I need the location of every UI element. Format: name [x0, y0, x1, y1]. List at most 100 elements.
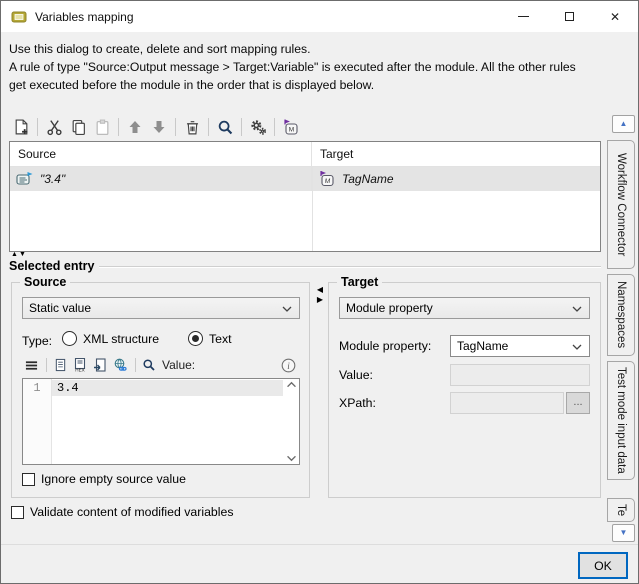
- editor-gutter: 1: [23, 379, 52, 464]
- splitter-left-icon: ◀: [317, 285, 323, 294]
- variables-mapping-dialog: Variables mapping ✕ Use this dialog to c…: [0, 0, 639, 584]
- close-button[interactable]: ✕: [592, 1, 638, 32]
- static-value-icon: [16, 171, 34, 187]
- column-divider: [312, 167, 313, 251]
- description-line-3: get executed before the module in the or…: [9, 76, 630, 94]
- search-icon: [142, 358, 156, 372]
- rail-down-icon: ▼: [620, 529, 628, 537]
- paste-icon: [94, 119, 111, 136]
- tab-workflow-connector[interactable]: Workflow Connector: [607, 140, 635, 269]
- target-kind-value: Module property: [346, 301, 433, 315]
- radio-text[interactable]: Text: [188, 331, 232, 346]
- xpath-field-label: XPath:: [339, 396, 376, 410]
- description-line-1: Use this dialog to create, delete and so…: [9, 40, 630, 58]
- menu-button[interactable]: [22, 356, 40, 374]
- tab-test-mode-input-data[interactable]: Test mode input data: [607, 361, 635, 480]
- toolbar-separator: [241, 118, 242, 136]
- editor-scrollbar[interactable]: [283, 379, 299, 464]
- radio-xml-structure[interactable]: XML structure: [62, 331, 159, 346]
- maximize-button[interactable]: [546, 1, 592, 32]
- cut-icon: [46, 119, 63, 136]
- move-up-icon: [127, 119, 143, 135]
- scroll-down-icon[interactable]: [286, 455, 297, 462]
- toolbar-separator: [37, 118, 38, 136]
- window-title: Variables mapping: [35, 10, 134, 24]
- hex-view-button[interactable]: HEX: [71, 356, 89, 374]
- delete-icon: [184, 119, 201, 136]
- search-button[interactable]: [213, 115, 237, 139]
- module-variable-icon: M: [318, 171, 336, 187]
- tab-namespaces[interactable]: Namespaces: [607, 274, 635, 356]
- paste-button[interactable]: [90, 115, 114, 139]
- toolbar-separator: [175, 118, 176, 136]
- new-rule-icon: [13, 119, 30, 136]
- target-group-label: Target: [337, 275, 382, 289]
- chevron-down-icon: [572, 344, 582, 350]
- toolbar-separator: [46, 358, 47, 372]
- dialog-description: Use this dialog to create, delete and so…: [1, 32, 638, 113]
- radio-text-label: Text: [209, 332, 232, 346]
- module-flag-icon: M: [282, 119, 300, 136]
- rules-toolbar: M: [9, 114, 303, 140]
- module-property-label: Module property:: [339, 339, 431, 353]
- scroll-up-icon[interactable]: [286, 381, 297, 388]
- text-view-button[interactable]: [51, 356, 69, 374]
- module-letter: M: [325, 178, 331, 185]
- value-field: [450, 364, 590, 386]
- footer-divider: [1, 544, 639, 545]
- move-down-button[interactable]: [147, 115, 171, 139]
- splitter-up-icon: ▲: [11, 251, 19, 258]
- copy-button[interactable]: [66, 115, 90, 139]
- module-property-value: TagName: [457, 339, 508, 353]
- toolbar-separator: [208, 118, 209, 136]
- module-property-dropdown[interactable]: TagName: [450, 335, 590, 357]
- tabs-scroll-down-button[interactable]: ▼: [612, 524, 635, 542]
- chevron-down-icon: [572, 306, 582, 312]
- settings-button[interactable]: [246, 115, 270, 139]
- target-kind-dropdown[interactable]: Module property: [339, 297, 590, 319]
- row-source-cell: "3.4": [10, 167, 312, 191]
- settings-gears-icon: [250, 119, 267, 136]
- mapping-rules-table[interactable]: Source Target "3.4" M TagName: [9, 141, 601, 252]
- tabs-scroll-up-button[interactable]: ▲: [612, 115, 635, 133]
- radio-text-icon: [188, 331, 203, 346]
- type-label: Type:: [22, 334, 52, 348]
- import-button[interactable]: [91, 356, 109, 374]
- info-icon: i: [281, 358, 296, 373]
- move-up-button[interactable]: [123, 115, 147, 139]
- hex-label: HEX: [75, 368, 84, 372]
- toolbar-separator: [118, 118, 119, 136]
- ok-button[interactable]: OK: [578, 552, 628, 579]
- column-header-source[interactable]: Source: [10, 142, 312, 166]
- checkbox-icon: [22, 473, 35, 486]
- value-editor[interactable]: 1 3.4: [22, 378, 300, 465]
- delete-button[interactable]: [180, 115, 204, 139]
- row-target-text: TagName: [342, 172, 394, 186]
- tab-clipped[interactable]: Te: [607, 498, 635, 522]
- ignore-empty-label: Ignore empty source value: [41, 472, 186, 486]
- encoding-button[interactable]: [111, 356, 129, 374]
- chevron-down-icon: [282, 306, 292, 312]
- title-bar[interactable]: Variables mapping ✕: [1, 1, 638, 32]
- table-row[interactable]: "3.4" M TagName: [10, 167, 600, 191]
- selected-entry-heading: Selected entry: [9, 259, 99, 273]
- hex-document-icon: HEX: [73, 358, 87, 372]
- rail-up-icon: ▲: [620, 120, 628, 128]
- vertical-splitter[interactable]: ◀▶: [314, 285, 326, 304]
- xpath-browse-button[interactable]: ...: [566, 392, 590, 414]
- horizontal-splitter[interactable]: ▲▼: [11, 251, 27, 259]
- ignore-empty-checkbox[interactable]: Ignore empty source value: [22, 472, 186, 486]
- editor-content[interactable]: 3.4: [52, 379, 283, 464]
- module-mapping-button[interactable]: M: [279, 115, 303, 139]
- validate-content-checkbox[interactable]: Validate content of modified variables: [11, 505, 233, 519]
- search-value-button[interactable]: [140, 356, 158, 374]
- source-group-label: Source: [20, 275, 70, 289]
- column-header-target[interactable]: Target: [312, 142, 600, 166]
- source-kind-dropdown[interactable]: Static value: [22, 297, 300, 319]
- cut-button[interactable]: [42, 115, 66, 139]
- editor-line-text: 3.4: [52, 380, 283, 396]
- description-line-2: A rule of type "Source:Output message > …: [9, 58, 630, 76]
- minimize-button[interactable]: [500, 1, 546, 32]
- info-button[interactable]: i: [279, 356, 297, 374]
- new-rule-button[interactable]: [9, 115, 33, 139]
